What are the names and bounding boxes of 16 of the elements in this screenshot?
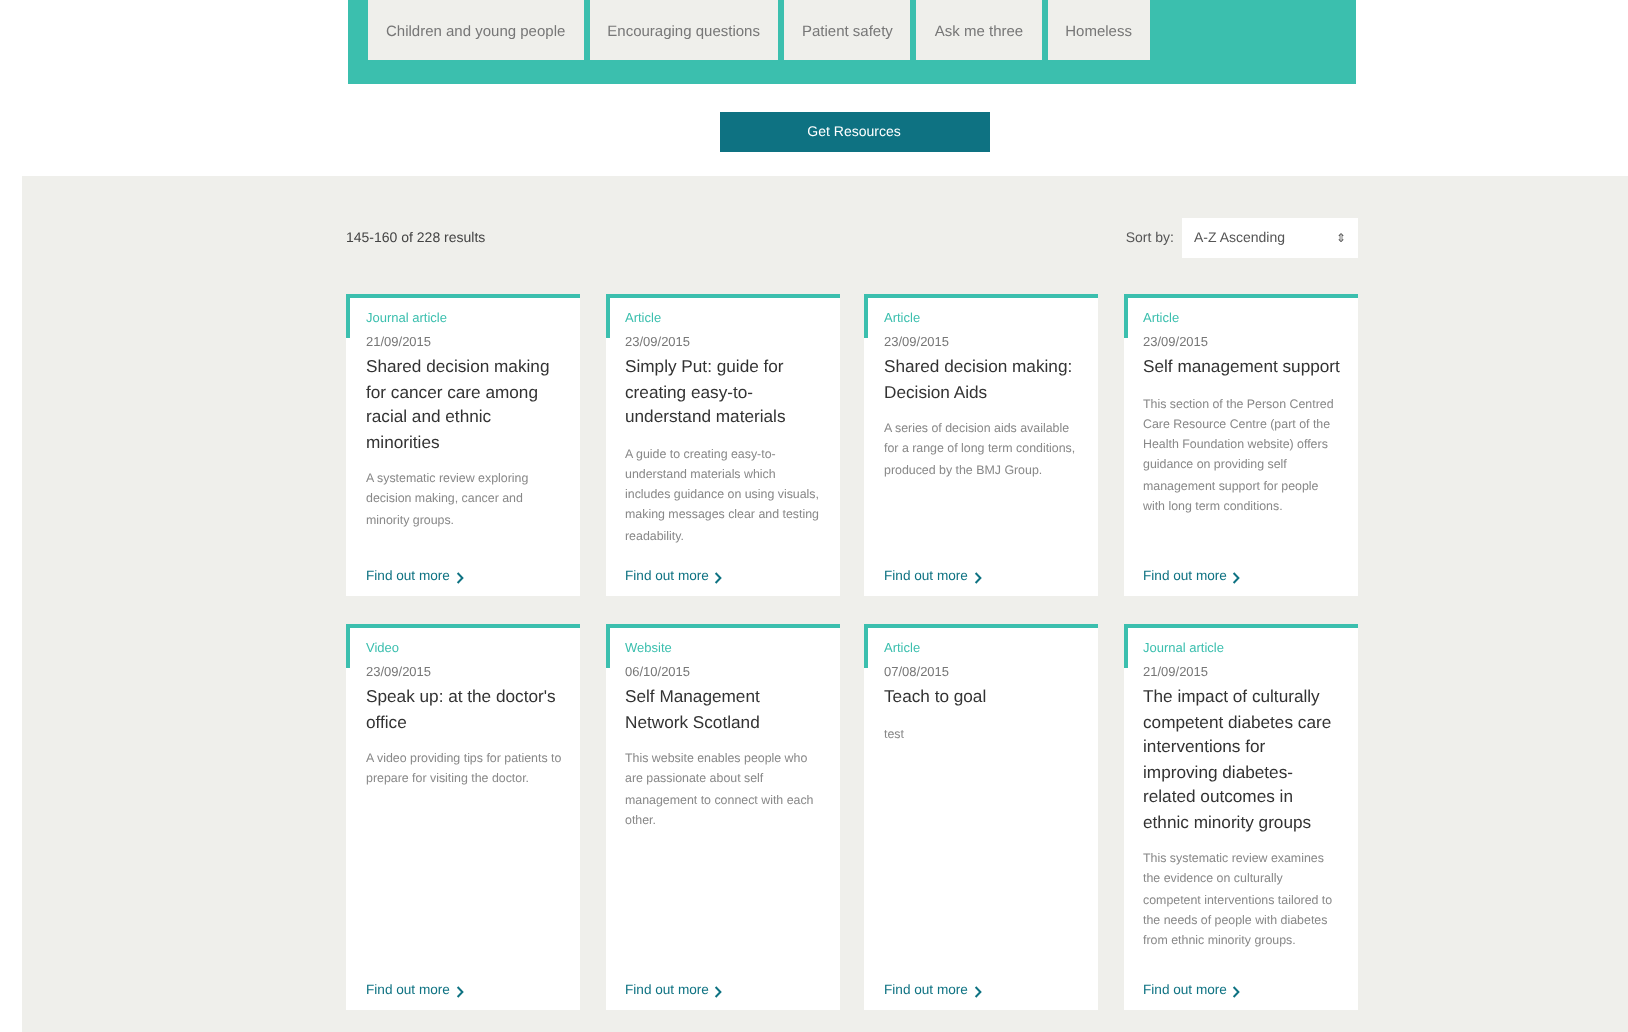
card-title: Self Management Network Scotland (625, 684, 762, 734)
card-title: The impact of culturally competent diabetes care interventions for improving diabetes-related outcomes in ethnic minority groups (1143, 684, 1334, 834)
chevron-icon (455, 571, 464, 583)
chevron-icon (714, 571, 723, 583)
card-title: Speak up: at the doctor's office (366, 684, 558, 734)
card-title: Self management support (1143, 354, 1341, 379)
chevron-icon (455, 985, 464, 997)
card-title: Simply Put: guide for creating easy-to-understand materials (625, 354, 788, 429)
card-title: Shared decision making for cancer care among racial and ethnic minorities (366, 354, 552, 454)
chevron-icon (973, 985, 982, 997)
chevron-icon (714, 985, 723, 997)
card-title: Teach to goal (884, 684, 989, 709)
card-title: Shared decision making: Decision Aids (884, 354, 1075, 404)
chevron-icon (973, 571, 982, 583)
chevron-icon (1232, 985, 1241, 997)
chevron-icon (1232, 571, 1241, 583)
